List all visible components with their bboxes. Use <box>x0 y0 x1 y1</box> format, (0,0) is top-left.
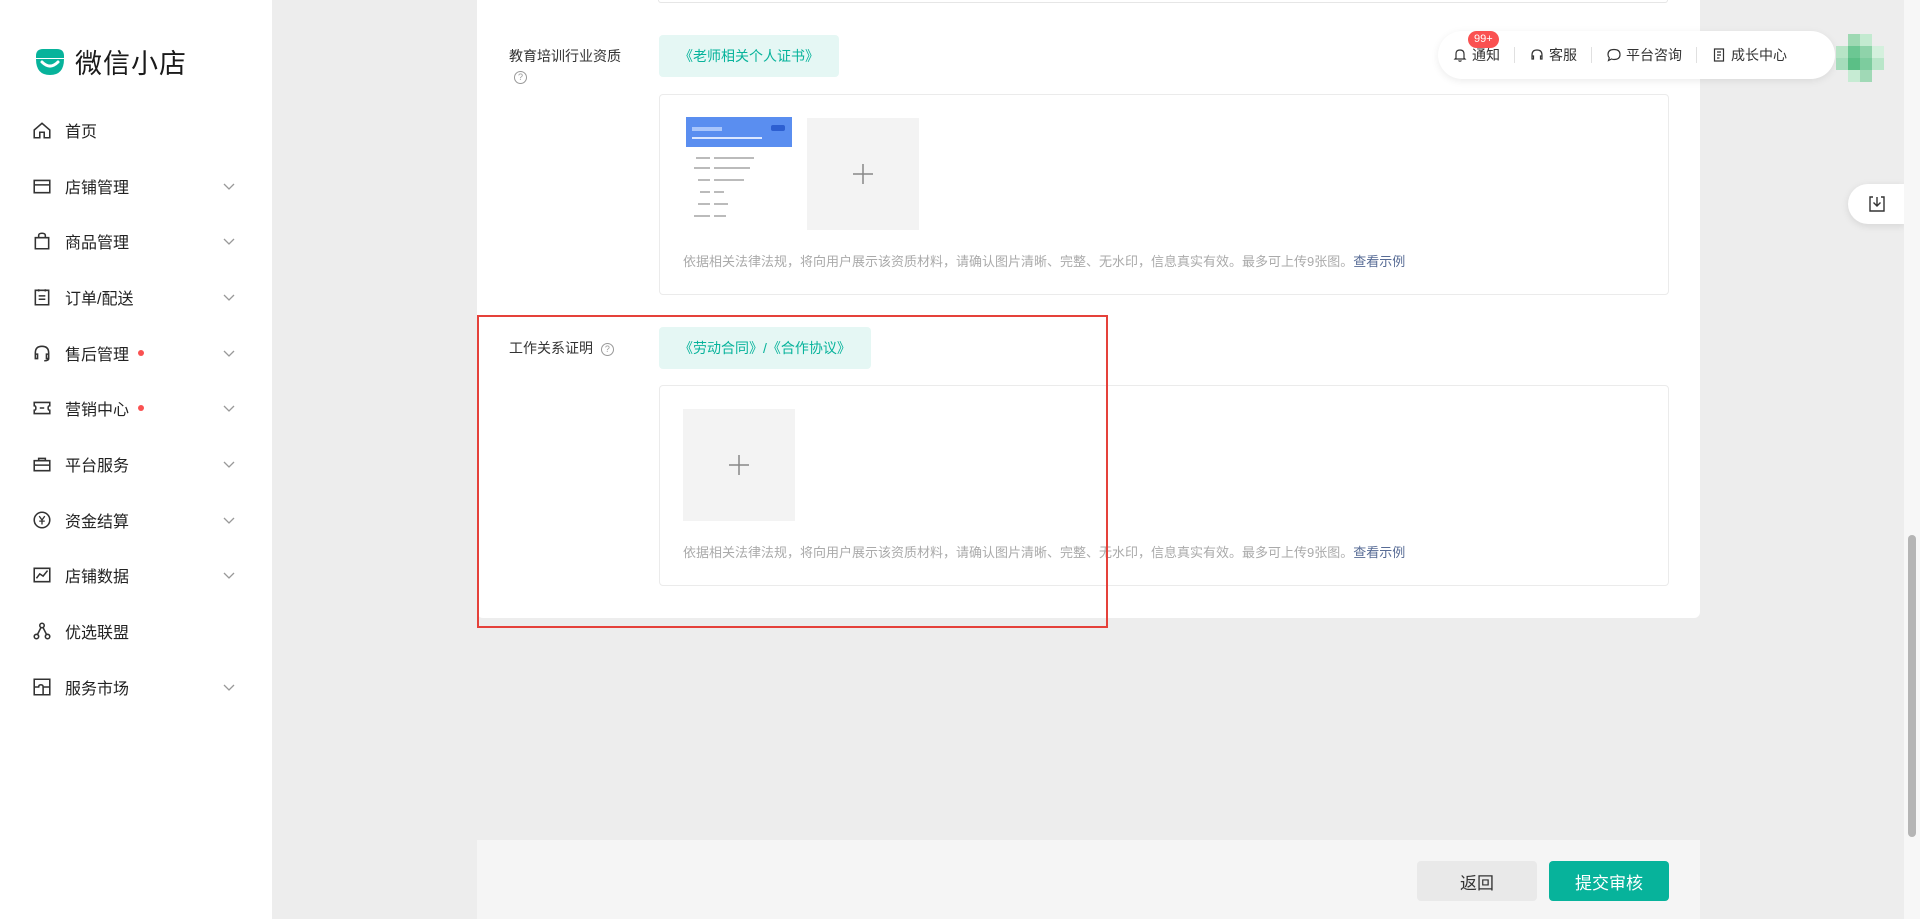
sidebar-item-6[interactable]: 平台服务 <box>0 436 272 492</box>
sidebar-item-label: 营销中心 <box>65 402 130 420</box>
sidebar-item-label: 店铺数据 <box>65 569 130 587</box>
clipboard-icon <box>34 289 50 306</box>
top-toolbar: 通知 99+ 客服 平台咨询 成长中心 <box>1438 31 1835 79</box>
scrollbar-thumb[interactable] <box>1908 535 1916 837</box>
network-icon <box>33 622 51 640</box>
wechat-store-logo-icon <box>36 48 64 75</box>
back-button[interactable]: 返回 <box>1417 861 1537 901</box>
submit-review-button[interactable]: 提交审核 <box>1549 861 1669 901</box>
sidebar-item-label: 优选联盟 <box>65 625 130 643</box>
edu-view-example-link[interactable]: 查看示例 <box>1353 254 1405 269</box>
unread-dot <box>138 349 145 356</box>
chevron-down-icon[interactable] <box>222 513 236 527</box>
sidebar-item-label: 商品管理 <box>65 235 130 253</box>
sidebar-item-4[interactable]: 售后管理 <box>0 325 272 381</box>
sidebar-item-label: 售后管理 <box>65 346 130 364</box>
sidebar-item-label: 服务市场 <box>65 680 130 698</box>
chevron-down-icon[interactable] <box>222 346 236 360</box>
download-icon <box>1868 196 1885 212</box>
edu-required-doc-tag: 《老师相关个人证书》 <box>659 35 839 77</box>
sidebar-item-5[interactable]: 营销中心 <box>0 380 272 436</box>
store-icon <box>33 179 51 193</box>
document-icon <box>1713 48 1725 62</box>
chevron-down-icon[interactable] <box>222 179 236 193</box>
unread-dot <box>138 405 145 412</box>
help-icon[interactable]: ? <box>514 70 527 84</box>
sidebar-item-1[interactable]: 店铺管理 <box>0 158 272 214</box>
app-title: 微信小店 <box>75 49 187 79</box>
notify-badge: 99+ <box>1468 31 1499 48</box>
service-button[interactable]: 客服 <box>1515 45 1591 65</box>
sidebar-item-label: 订单/配送 <box>65 290 134 308</box>
home-icon <box>33 122 51 139</box>
shopping-bag-icon <box>34 232 50 250</box>
sidebar-item-7[interactable]: 资金结算 <box>0 492 272 548</box>
plus-icon <box>853 164 873 184</box>
chevron-down-icon[interactable] <box>222 457 236 471</box>
edu-upload-hint: 依据相关法律法规，将向用户展示该资质材料，请确认图片清晰、完整、无水印，信息真实… <box>683 254 1406 269</box>
bell-icon <box>1453 49 1467 62</box>
download-float-button[interactable] <box>1848 184 1905 224</box>
uploaded-certificate-thumbnail[interactable] <box>686 117 792 229</box>
chevron-down-icon[interactable] <box>222 290 236 304</box>
previous-section-edge <box>658 0 1668 3</box>
sidebar-item-10[interactable]: 服务市场 <box>0 659 272 715</box>
chevron-down-icon[interactable] <box>222 401 236 415</box>
sidebar: 微信小店 首页店铺管理商品管理订单/配送售后管理营销中心平台服务资金结算店铺数据… <box>0 0 272 919</box>
chevron-down-icon[interactable] <box>222 568 236 582</box>
notify-button[interactable]: 通知 99+ <box>1438 31 1514 65</box>
yen-icon <box>33 511 51 529</box>
sidebar-item-8[interactable]: 店铺数据 <box>0 548 272 604</box>
sidebar-item-9[interactable]: 优选联盟 <box>0 603 272 659</box>
headset-icon <box>1531 49 1543 60</box>
headset-icon <box>34 345 50 362</box>
sidebar-item-label: 店铺管理 <box>65 179 130 197</box>
work-view-example-link[interactable]: 查看示例 <box>1353 545 1405 560</box>
certificate-image-icon <box>686 117 792 217</box>
puzzle-icon <box>33 678 51 696</box>
chart-icon <box>33 567 51 583</box>
edu-qualification-label: 教育培训行业资质 ? <box>509 48 621 84</box>
edu-add-image-button[interactable] <box>807 118 919 230</box>
ticket-icon <box>33 401 51 415</box>
consult-button[interactable]: 平台咨询 <box>1592 45 1696 65</box>
briefcase-icon <box>33 457 51 472</box>
chevron-down-icon[interactable] <box>222 234 236 248</box>
annotation-highlight-box <box>477 315 1108 628</box>
chevron-down-icon[interactable] <box>222 680 236 694</box>
sidebar-item-label: 首页 <box>65 123 98 141</box>
sidebar-item-label: 平台服务 <box>65 457 130 475</box>
growth-center-button[interactable]: 成长中心 <box>1697 45 1801 65</box>
sidebar-nav: 首页店铺管理商品管理订单/配送售后管理营销中心平台服务资金结算店铺数据优选联盟服… <box>0 102 272 715</box>
chat-bubble-icon <box>1607 48 1621 62</box>
sidebar-item-3[interactable]: 订单/配送 <box>0 269 272 325</box>
logo[interactable]: 微信小店 <box>33 42 187 81</box>
sidebar-item-label: 资金结算 <box>65 513 130 531</box>
sidebar-item-2[interactable]: 商品管理 <box>0 213 272 269</box>
avatar[interactable] <box>1836 34 1884 82</box>
sidebar-item-0[interactable]: 首页 <box>0 102 272 158</box>
